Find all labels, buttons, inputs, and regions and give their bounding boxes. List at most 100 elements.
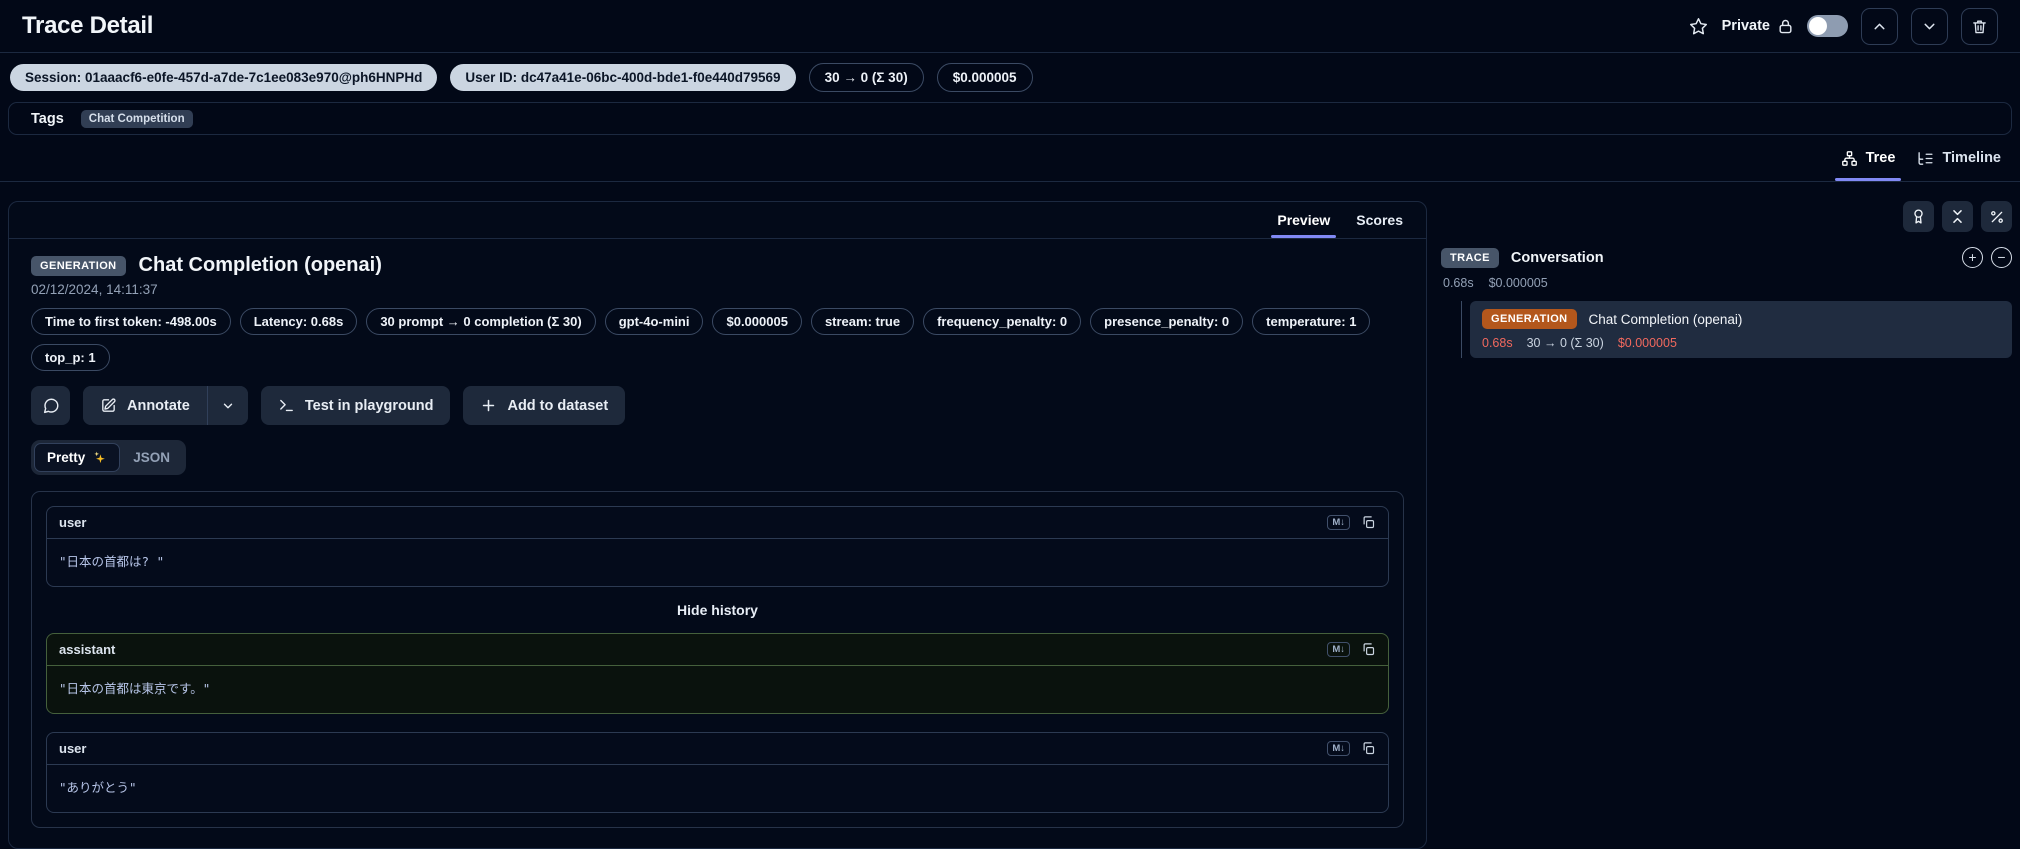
metric-cost: $0.000005 bbox=[712, 308, 802, 335]
toggle-knob bbox=[1809, 17, 1827, 35]
observation-panel: Preview Scores GENERATION Chat Completio… bbox=[8, 201, 1427, 849]
format-json-option[interactable]: JSON bbox=[120, 443, 183, 472]
markdown-toggle-icon[interactable]: M↓ bbox=[1327, 515, 1350, 530]
generation-header: GENERATION Chat Completion (openai) bbox=[31, 254, 1404, 277]
comment-icon bbox=[43, 398, 58, 413]
generation-tree-header: GENERATION Chat Completion (openai) bbox=[1482, 309, 2000, 329]
comments-button[interactable] bbox=[31, 386, 70, 425]
metric-time-to-first-token: Time to first token: -498.00s bbox=[31, 308, 231, 335]
public-toggle[interactable] bbox=[1807, 15, 1848, 37]
message-user-1: user M↓ "日本の首都は? " bbox=[46, 506, 1389, 587]
messages-container: user M↓ "日本の首都は? " Hide history assistan… bbox=[31, 491, 1404, 828]
delete-trace-button[interactable] bbox=[1961, 7, 1998, 45]
terminal-icon bbox=[279, 399, 293, 412]
message-content: "ありがとう" bbox=[59, 780, 137, 795]
trace-tree-panel: TRACE Conversation + − 0.68s $0.000005 G… bbox=[1441, 201, 2012, 849]
message-tools: M↓ bbox=[1327, 642, 1376, 657]
metric-badges: Time to first token: -498.00s Latency: 0… bbox=[31, 308, 1376, 371]
tags-label: Tags bbox=[31, 110, 64, 127]
metric-frequency-penalty: frequency_penalty: 0 bbox=[923, 308, 1082, 335]
trace-latency: 0.68s bbox=[1443, 276, 1474, 290]
panel-tabs: Preview Scores bbox=[9, 202, 1426, 239]
format-pretty-option[interactable]: Pretty bbox=[34, 443, 121, 472]
cost-badge: $0.000005 bbox=[936, 63, 1033, 92]
metric-token-breakdown: 30 prompt → 0 completion (Σ 30) bbox=[366, 308, 596, 335]
star-icon[interactable] bbox=[1688, 16, 1709, 37]
playground-button[interactable]: Test in playground bbox=[260, 386, 451, 425]
percent-icon bbox=[1990, 210, 2003, 223]
trace-tree-root[interactable]: TRACE Conversation + − bbox=[1441, 247, 2012, 268]
trace-meta-row: Session: 01aaacf6-e0fe-457d-a7de-7c1ee08… bbox=[0, 53, 2020, 102]
generation-tree-card[interactable]: GENERATION Chat Completion (openai) 0.68… bbox=[1470, 301, 2012, 358]
generation-tree-name: Chat Completion (openai) bbox=[1588, 311, 1743, 327]
markdown-toggle-icon[interactable]: M↓ bbox=[1327, 642, 1350, 657]
generation-cost: $0.000005 bbox=[1617, 336, 1677, 350]
sparkles-icon bbox=[94, 451, 106, 464]
metric-presence-penalty: presence_penalty: 0 bbox=[1090, 308, 1244, 335]
message-tools: M↓ bbox=[1327, 515, 1376, 530]
generation-type-badge: GENERATION bbox=[31, 255, 126, 276]
add-to-dataset-label: Add to dataset bbox=[507, 397, 609, 414]
observation-body: GENERATION Chat Completion (openai) 02/1… bbox=[9, 239, 1426, 828]
markdown-toggle-icon[interactable]: M↓ bbox=[1327, 741, 1350, 756]
metrics-toggle-button[interactable] bbox=[1981, 201, 2012, 232]
tag-chip[interactable]: Chat Competition bbox=[80, 109, 193, 128]
trace-expand-controls: + − bbox=[1962, 247, 2012, 268]
tab-tree[interactable]: Tree bbox=[1830, 135, 1907, 181]
tab-preview[interactable]: Preview bbox=[1264, 202, 1343, 238]
copy-icon[interactable] bbox=[1361, 515, 1376, 530]
session-badge[interactable]: Session: 01aaacf6-e0fe-457d-a7de-7c1ee08… bbox=[10, 64, 438, 91]
trace-stats: 0.68s $0.000005 bbox=[1441, 276, 2012, 290]
view-tabs: Tree Timeline bbox=[0, 135, 2020, 182]
copy-icon[interactable] bbox=[1361, 642, 1376, 657]
tree-item-generation[interactable]: GENERATION Chat Completion (openai) 0.68… bbox=[1461, 301, 2012, 358]
prev-trace-button[interactable] bbox=[1861, 7, 1898, 45]
chevron-down-icon bbox=[223, 403, 233, 408]
metric-top-p: top_p: 1 bbox=[31, 344, 110, 371]
collapse-icon[interactable]: − bbox=[1991, 247, 2012, 268]
fold-icon bbox=[1953, 210, 1962, 223]
next-trace-button[interactable] bbox=[1911, 7, 1948, 45]
timeline-icon bbox=[1918, 151, 1933, 165]
playground-label: Test in playground bbox=[304, 397, 434, 414]
tags-box: Tags Chat Competition bbox=[8, 102, 2012, 135]
format-toggle: Pretty JSON bbox=[31, 440, 187, 475]
generation-timestamp: 02/12/2024, 14:11:37 bbox=[31, 282, 158, 297]
copy-icon[interactable] bbox=[1361, 741, 1376, 756]
metric-temperature: temperature: 1 bbox=[1252, 308, 1371, 335]
message-role: user bbox=[59, 515, 87, 530]
add-to-dataset-button[interactable]: Add to dataset bbox=[463, 386, 626, 425]
chevron-up-icon bbox=[1874, 23, 1885, 29]
collapse-all-button[interactable] bbox=[1942, 201, 1973, 232]
action-buttons: Annotate Test in playground Add to datas… bbox=[31, 386, 1404, 425]
annotate-button[interactable]: Annotate bbox=[83, 386, 207, 425]
page-title: Trace Detail bbox=[22, 12, 154, 39]
privacy-label: Private bbox=[1721, 18, 1770, 34]
trace-cost: $0.000005 bbox=[1488, 276, 1548, 290]
message-assistant: assistant M↓ "日本の首都は東京です。" bbox=[46, 633, 1389, 714]
message-content: "日本の首都は? " bbox=[59, 554, 165, 569]
annotate-label: Annotate bbox=[127, 397, 190, 414]
tab-scores[interactable]: Scores bbox=[1343, 202, 1416, 238]
trace-name: Conversation bbox=[1510, 249, 1604, 266]
tree-guide-line bbox=[1461, 301, 1462, 358]
chevron-down-icon bbox=[1924, 23, 1935, 29]
message-content: "日本の首都は東京です。" bbox=[59, 681, 211, 696]
expand-all-icon[interactable]: + bbox=[1962, 247, 1983, 268]
scores-toggle-button[interactable] bbox=[1903, 201, 1934, 232]
generation-latency: 0.68s bbox=[1482, 336, 1513, 350]
message-tools: M↓ bbox=[1327, 741, 1376, 756]
token-usage-badge: 30 → 0 (Σ 30) bbox=[808, 63, 924, 92]
top-bar-actions: Private bbox=[1688, 7, 1998, 45]
message-header: user M↓ bbox=[47, 733, 1388, 765]
tree-controls bbox=[1441, 201, 2012, 232]
metric-latency: Latency: 0.68s bbox=[239, 308, 358, 335]
edit-icon bbox=[102, 398, 116, 412]
tab-timeline[interactable]: Timeline bbox=[1906, 135, 2012, 181]
generation-tokens: 30 → 0 (Σ 30) bbox=[1526, 336, 1604, 350]
hide-history-toggle[interactable]: Hide history bbox=[46, 602, 1389, 618]
annotate-dropdown-button[interactable] bbox=[206, 386, 248, 425]
user-id-badge[interactable]: User ID: dc47a41e-06bc-400d-bde1-f0e440d… bbox=[450, 64, 796, 91]
metric-stream: stream: true bbox=[810, 308, 915, 335]
message-role: assistant bbox=[59, 642, 116, 657]
